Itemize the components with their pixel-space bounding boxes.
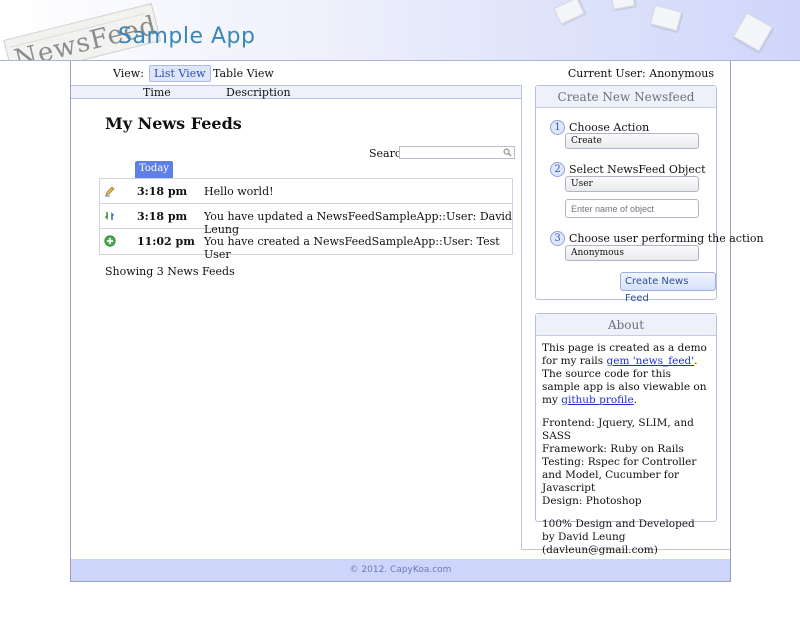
column-header-time: Time bbox=[143, 86, 171, 99]
add-green-icon bbox=[104, 235, 116, 247]
step-number: 1 bbox=[550, 120, 565, 135]
main-frame: View: List View Table View Current User:… bbox=[70, 61, 764, 582]
create-newsfeed-panel: Create New Newsfeed 1 Choose Action Crea… bbox=[535, 85, 764, 304]
step-number: 2 bbox=[550, 162, 565, 177]
feed-list: 3:18 pm Hello world! 3:18 pm You have up… bbox=[99, 178, 513, 261]
panel-title: About bbox=[536, 314, 716, 336]
gem-link[interactable]: gem 'news_feed' bbox=[607, 355, 695, 367]
about-text: . bbox=[633, 394, 638, 406]
about-credits: 100% Design and Developed by David Leung… bbox=[542, 518, 695, 556]
create-news-feed-button[interactable]: Create News Feed bbox=[620, 272, 716, 304]
decorative-paper bbox=[553, 0, 585, 25]
feed-description: You have created a NewsFeedSampleApp::Us… bbox=[204, 235, 500, 261]
view-label: View: bbox=[113, 67, 144, 80]
about-tech-stack: Frontend: Jquery, SLIM, and SASS Framewo… bbox=[542, 417, 710, 508]
decorative-paper bbox=[649, 4, 683, 32]
page-title: My News Feeds bbox=[105, 114, 242, 133]
feed-row[interactable]: 3:18 pm Hello world! bbox=[100, 179, 512, 204]
step-label: Choose user performing the action bbox=[569, 232, 764, 245]
tech-line: Testing: Rspec for Controller and Model,… bbox=[542, 456, 697, 494]
feed-time: 3:18 pm bbox=[137, 185, 188, 198]
decorative-paper bbox=[610, 0, 636, 10]
github-profile-link[interactable]: github profile bbox=[561, 394, 634, 406]
step-number: 3 bbox=[550, 231, 565, 246]
toolbar: View: List View Table View Current User:… bbox=[71, 61, 730, 85]
list-view-button[interactable]: List View bbox=[149, 65, 211, 82]
decorative-paper bbox=[733, 12, 773, 52]
action-select[interactable]: Create bbox=[565, 133, 699, 149]
about-intro: This page is created as a demo for my ra… bbox=[542, 342, 710, 407]
feed-count-text: Showing 3 News Feeds bbox=[105, 265, 235, 278]
table-view-button[interactable]: Table View bbox=[213, 67, 274, 80]
about-panel: About This page is created as a demo for… bbox=[535, 313, 717, 556]
feed-time: 3:18 pm bbox=[137, 210, 188, 223]
page-header: NewsFeed Sample App bbox=[0, 0, 800, 61]
footer-copyright: © 2012. CapyKoa.com bbox=[71, 559, 730, 581]
column-headers: Time Description bbox=[71, 85, 521, 99]
feed-description: Hello world! bbox=[204, 185, 274, 198]
search-input[interactable] bbox=[399, 146, 515, 159]
pencil-edit-icon bbox=[105, 186, 115, 197]
feed-row[interactable]: 3:18 pm You have updated a NewsFeedSampl… bbox=[100, 204, 512, 236]
feed-row[interactable]: 11:02 pm You have created a NewsFeedSamp… bbox=[100, 229, 512, 261]
step-label: Select NewsFeed Object bbox=[569, 163, 706, 176]
about-body: This page is created as a demo for my ra… bbox=[536, 336, 716, 557]
app-title: Sample App bbox=[118, 24, 256, 49]
current-user: Current User: Anonymous bbox=[567, 67, 714, 80]
object-name-input[interactable] bbox=[565, 199, 699, 218]
user-select[interactable]: Anonymous bbox=[565, 245, 699, 261]
group-tab-today[interactable]: Today bbox=[135, 161, 173, 178]
divider bbox=[521, 85, 522, 549]
column-header-description: Description bbox=[226, 86, 291, 99]
update-arrows-icon bbox=[104, 212, 115, 220]
tech-line: Frontend: Jquery, SLIM, and SASS bbox=[542, 417, 694, 442]
panel-title: Create New Newsfeed bbox=[536, 86, 716, 108]
search-icon bbox=[503, 148, 512, 157]
feed-time: 11:02 pm bbox=[137, 235, 195, 248]
tech-line: Framework: Ruby on Rails bbox=[542, 443, 684, 455]
object-select[interactable]: User bbox=[565, 176, 699, 192]
tech-line: Design: Photoshop bbox=[542, 495, 642, 507]
